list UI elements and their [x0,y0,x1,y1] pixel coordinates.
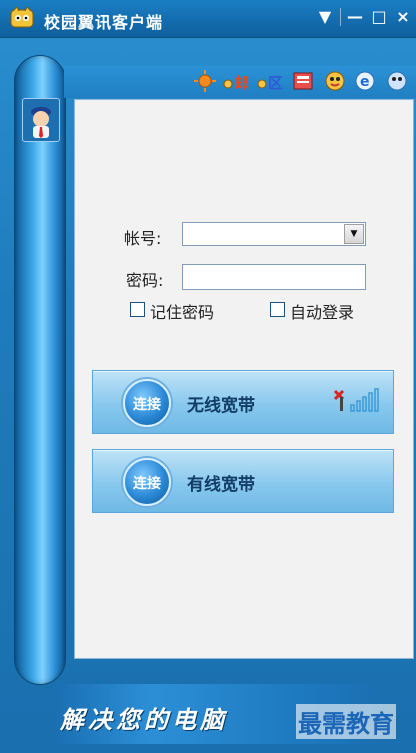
title-bar[interactable]: 校园翼讯客户端 ▼ — □ × [0,0,416,38]
ie-icon[interactable]: e [354,70,376,92]
window-title: 校园翼讯客户端 [44,13,164,32]
remember-password-checkbox[interactable] [130,302,145,317]
minimize-button[interactable]: — [344,6,366,28]
auto-login-label: 自动登录 [290,303,355,322]
app-window: 校园翼讯客户端 ▼ — □ × 邮 区 e 帐号: ▼ 密码: 记住密码 自动登… [0,0,416,753]
account-select[interactable]: ▼ [182,222,366,246]
news-icon[interactable] [292,70,314,92]
settings-sun-icon[interactable] [194,70,216,92]
wired-connect-circle[interactable]: 连接 [123,458,171,506]
dropdown-button[interactable]: ▼ [314,6,336,28]
wired-label: 有线宽带 [187,475,255,495]
wireless-connect-text: 连接 [133,397,161,413]
wired-connect-text: 连接 [133,476,161,492]
wired-connect-button[interactable]: 连接 有线宽带 [92,449,394,513]
title-separator [340,8,341,26]
account-label: 帐号: [124,229,162,248]
mail-icon[interactable]: 邮 [222,70,252,92]
wireless-connect-button[interactable]: 连接 无线宽带 [92,370,394,434]
password-input[interactable] [182,264,366,290]
wireless-connect-circle[interactable]: 连接 [123,379,171,427]
password-label: 密码: [126,271,164,290]
banner-text: 解决您的电脑 [60,706,228,734]
watermark: 最需教育 [296,704,396,739]
chevron-down-icon[interactable]: ▼ [344,224,364,244]
close-button[interactable]: × [392,6,414,28]
mail-icon-text: 邮 [234,74,250,92]
auto-login-checkbox[interactable] [270,302,285,317]
remember-password-label: 记住密码 [150,303,215,322]
wireless-label: 无线宽带 [187,396,255,416]
app-logo-icon [10,7,34,28]
zone-icon-text: 区 [268,74,284,92]
game-icon[interactable] [386,70,408,92]
wireless-signal-icon [333,388,379,412]
user-avatar-icon [31,107,51,138]
zone-icon[interactable]: 区 [256,70,286,92]
left-rail [14,55,66,685]
maximize-button[interactable]: □ [368,6,390,28]
qq-icon[interactable] [324,70,346,92]
svg-text:e: e [360,74,370,90]
user-avatar[interactable] [22,98,60,142]
